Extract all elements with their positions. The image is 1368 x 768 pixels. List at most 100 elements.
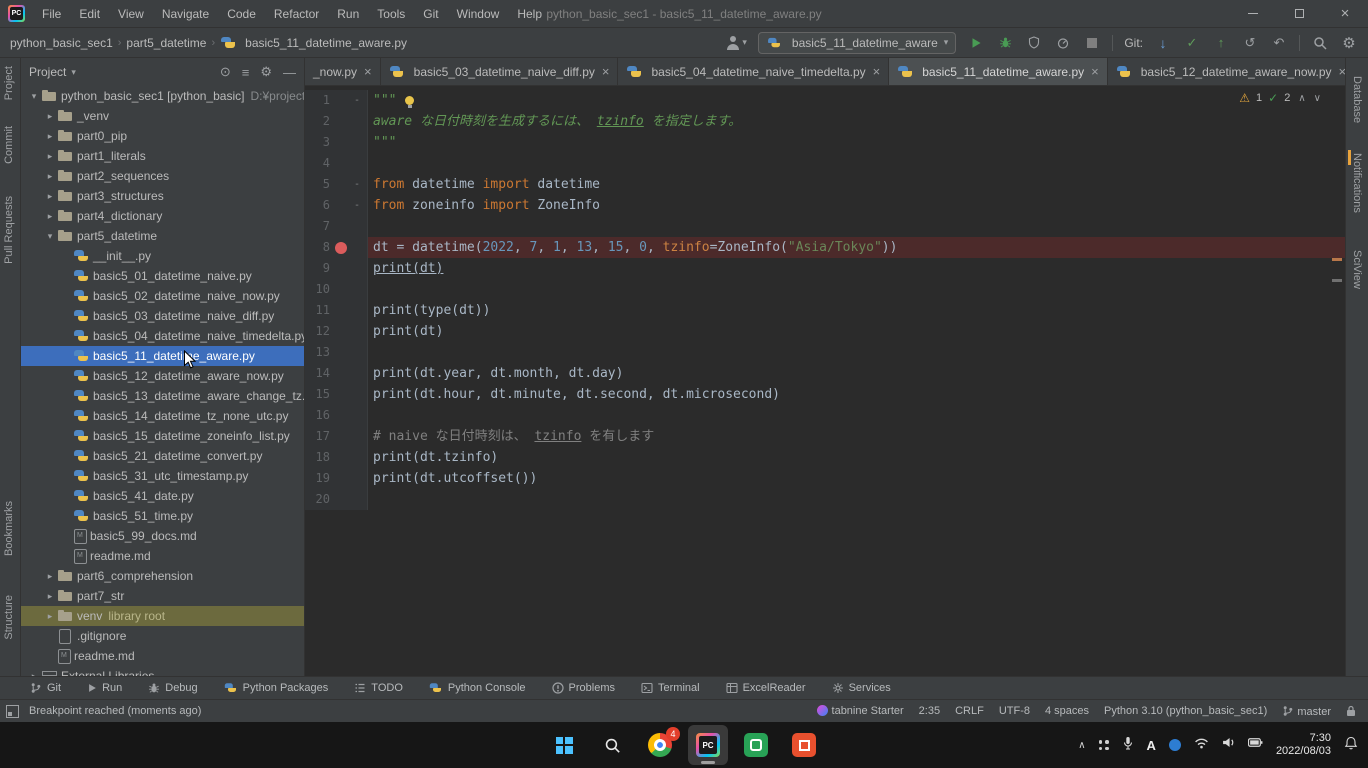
toolwindow-button-problems[interactable]: Problems [552,682,615,694]
line-ending-widget[interactable]: CRLF [955,705,984,717]
tree-item[interactable]: ▸part0_pip [21,126,304,146]
next-problem-icon[interactable]: ∨ [1314,93,1321,104]
git-history-button[interactable]: ↺ [1241,34,1259,52]
breadcrumb-item[interactable]: basic5_11_datetime_aware.py [245,36,407,50]
project-panel-title[interactable]: Project [29,65,66,79]
start-button[interactable] [544,725,584,765]
blue-circle-icon[interactable] [1169,739,1181,751]
code-line-text[interactable] [368,405,1345,426]
menu-view[interactable]: View [109,0,153,28]
collapse-all-icon[interactable]: ≡ [242,65,250,80]
run-configuration-select[interactable]: basic5_11_datetime_aware ▾ [758,32,956,54]
toolwindow-button-debug[interactable]: Debug [148,682,197,694]
code-gutter[interactable]: 1- [305,90,368,111]
intention-bulb-icon[interactable] [405,96,414,105]
tool-stripe-database[interactable]: Database [1351,76,1363,123]
code-line-text[interactable]: print(dt.hour, dt.minute, dt.second, dt.… [368,384,1345,405]
toolwindow-button-todo[interactable]: TODO [354,682,403,694]
run-button[interactable] [967,34,985,52]
fold-marker-icon[interactable]: - [354,195,360,216]
code-gutter[interactable]: 3 [305,132,368,153]
tree-chevron-icon[interactable]: ▸ [43,571,57,582]
toolwindow-button-terminal[interactable]: Terminal [641,682,700,694]
tab-close-icon[interactable]: × [364,64,372,79]
tab-close-icon[interactable]: × [1091,64,1099,79]
scrollbar-warning-mark[interactable] [1332,258,1342,261]
code-gutter[interactable]: 4 [305,153,368,174]
editor-tab[interactable]: basic5_11_datetime_aware.py× [889,58,1107,85]
code-line-text[interactable] [368,153,1345,174]
code-with-me-button[interactable]: ▾ [725,36,747,50]
code-gutter[interactable]: 5- [305,174,368,195]
tree-item[interactable]: ▸venvlibrary root [21,606,304,626]
code-line-text[interactable] [368,216,1345,237]
editor-tab[interactable]: basic5_12_datetime_aware_now.py× [1108,58,1355,85]
tree-item[interactable]: basic5_31_utc_timestamp.py [21,466,304,486]
toolwindow-button-python-packages[interactable]: Python Packages [224,680,329,696]
previous-problem-icon[interactable]: ∧ [1298,93,1305,104]
menu-refactor[interactable]: Refactor [265,0,328,28]
tree-item[interactable]: ▸part7_str [21,586,304,606]
maximize-button[interactable] [1276,0,1322,27]
taskbar-search-button[interactable] [592,725,632,765]
tree-chevron-icon[interactable]: ▸ [43,111,57,122]
tool-stripe-sciview[interactable]: SciView [1351,250,1363,289]
menu-help[interactable]: Help [508,0,551,28]
code-gutter[interactable]: 19 [305,468,368,489]
toolwindow-button-excelreader[interactable]: ExcelReader [726,682,806,694]
tree-chevron-icon[interactable]: ▾ [43,231,57,242]
code-line-text[interactable]: from datetime import datetime [368,174,1345,195]
code-line-text[interactable]: dt = datetime(2022, 7, 1, 13, 15, 0, tzi… [368,237,1345,258]
code-line-text[interactable]: print(dt.year, dt.month, dt.day) [368,363,1345,384]
tray-expand-chevron-icon[interactable]: ∧ [1078,740,1085,751]
caret-position-widget[interactable]: 2:35 [919,705,940,717]
menu-tools[interactable]: Tools [368,0,414,28]
tree-chevron-icon[interactable]: ▸ [43,211,57,222]
debug-button[interactable] [996,34,1014,52]
tree-item[interactable]: basic5_03_datetime_naive_diff.py [21,306,304,326]
git-branch-widget[interactable]: master [1282,705,1331,718]
project-settings-gear-icon[interactable]: ⚙ [260,64,272,80]
tree-item[interactable]: basic5_01_datetime_naive.py [21,266,304,286]
menu-file[interactable]: File [33,0,70,28]
breakpoint-icon[interactable] [335,242,347,254]
code-line-text[interactable]: from zoneinfo import ZoneInfo [368,195,1345,216]
tree-item[interactable]: basic5_14_datetime_tz_none_utc.py [21,406,304,426]
toolwindow-button-python-console[interactable]: Python Console [429,680,526,696]
code-line-text[interactable]: print(dt.tzinfo) [368,447,1345,468]
tree-item[interactable]: ▸External Libraries [21,666,304,676]
microphone-icon[interactable] [1122,736,1134,755]
encoding-widget[interactable]: UTF-8 [999,705,1030,717]
menu-navigate[interactable]: Navigate [153,0,218,28]
git-rollback-button[interactable]: ↶ [1270,34,1288,52]
minimize-button[interactable] [1230,0,1276,27]
tree-chevron-icon[interactable]: ▸ [27,671,41,677]
tree-item[interactable]: basic5_21_datetime_convert.py [21,446,304,466]
taskbar-clock[interactable]: 7:30 2022/08/03 [1276,732,1331,759]
tree-item[interactable]: ▸_venv [21,106,304,126]
git-update-button[interactable]: ↓ [1154,34,1172,52]
wifi-icon[interactable] [1194,736,1209,754]
inspections-widget[interactable]: ⚠ 1 ✓ 2 ∧ ∨ [1239,91,1321,105]
orange-app-taskbar-button[interactable] [784,725,824,765]
tray-grid-icon[interactable] [1099,740,1109,750]
tool-stripe-notifications[interactable]: Notifications [1351,153,1363,213]
code-line-text[interactable]: """ [368,90,1345,111]
code-line-text[interactable]: # naive な日付時刻は、 tzinfo を有します [368,426,1345,447]
search-everywhere-button[interactable] [1311,34,1329,52]
chrome-taskbar-button[interactable]: 4 [640,725,680,765]
toolwindow-button-services[interactable]: Services [832,682,891,694]
tree-item[interactable]: basic5_99_docs.md [21,526,304,546]
tabnine-widget[interactable]: tabnine Starter [817,705,904,717]
toolwindow-button-git[interactable]: Git [30,682,61,694]
editor-tab[interactable]: basic5_03_datetime_naive_diff.py× [381,58,619,85]
menu-git[interactable]: Git [414,0,447,28]
code-gutter[interactable]: 10 [305,279,368,300]
code-line-text[interactable]: print(dt) [368,321,1345,342]
code-line-text[interactable]: aware な日付時刻を生成するには、 tzinfo を指定します。 [368,111,1345,132]
tree-item[interactable]: basic5_15_datetime_zoneinfo_list.py [21,426,304,446]
tree-item[interactable]: basic5_02_datetime_naive_now.py [21,286,304,306]
stop-button[interactable] [1083,34,1101,52]
tree-item[interactable]: readme.md [21,646,304,666]
tree-item[interactable]: basic5_04_datetime_naive_timedelta.py [21,326,304,346]
